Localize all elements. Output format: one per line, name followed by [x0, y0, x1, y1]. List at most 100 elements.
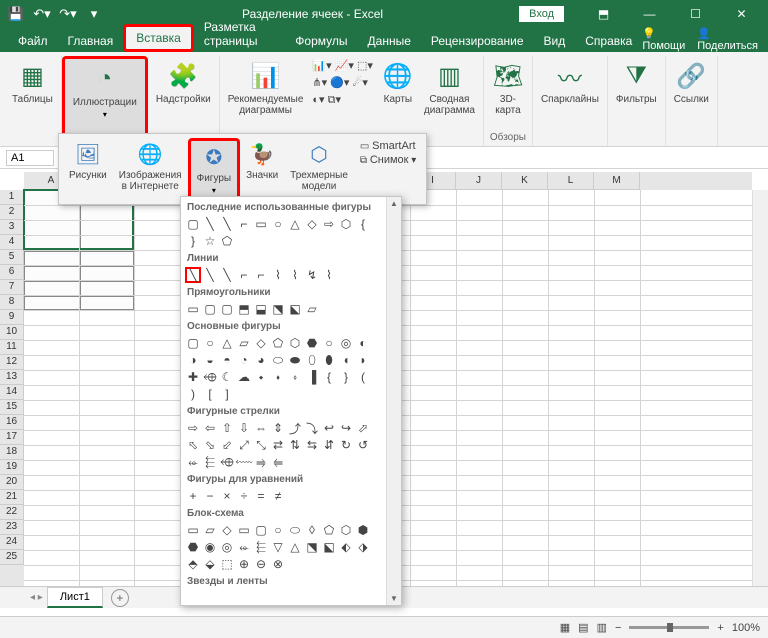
shape-item[interactable]: ⬘	[185, 556, 201, 572]
row-header[interactable]: 25	[0, 550, 24, 565]
undo-icon[interactable]: ↶▾	[30, 3, 54, 25]
col-header[interactable]: J	[456, 172, 502, 190]
row-header[interactable]: 4	[0, 235, 24, 250]
shapes-button[interactable]: ✪Фигуры▾	[188, 138, 240, 200]
qat-customize-icon[interactable]: ▾	[82, 3, 106, 25]
shape-item[interactable]: ⬮	[321, 352, 337, 368]
shape-item[interactable]: ⬔	[270, 301, 286, 317]
save-icon[interactable]: 💾	[4, 3, 28, 25]
shape-item[interactable]: ⥤	[253, 454, 269, 470]
shape-item[interactable]: ╲	[219, 216, 235, 232]
shape-item[interactable]: ⬂	[202, 437, 218, 453]
col-header[interactable]: K	[502, 172, 548, 190]
shape-item[interactable]: ≠	[270, 488, 286, 504]
shape-item[interactable]: }	[338, 369, 354, 385]
tab-file[interactable]: Файл	[8, 30, 58, 52]
shape-item[interactable]: ⬱	[202, 454, 218, 470]
share-button[interactable]: 👤 Поделиться	[697, 27, 758, 52]
minimize-icon[interactable]: —	[627, 0, 672, 28]
shape-item[interactable]: ⬗	[355, 539, 371, 555]
shape-item[interactable]: ▭	[185, 522, 201, 538]
shape-item[interactable]: ◊	[304, 522, 320, 538]
row-header[interactable]: 24	[0, 535, 24, 550]
shape-item[interactable]: ⤴	[287, 420, 303, 436]
signin-button[interactable]: Вход	[519, 6, 564, 22]
shape-item[interactable]: ⬰	[185, 454, 201, 470]
row-header[interactable]: 22	[0, 505, 24, 520]
shape-item[interactable]: ✚	[185, 369, 201, 385]
row-header[interactable]: 8	[0, 295, 24, 310]
sparklines-button[interactable]: 〰Спарклайны	[537, 58, 603, 107]
shape-item[interactable]: ⬚	[219, 556, 235, 572]
zoom-out-button[interactable]: −	[615, 622, 621, 634]
shape-item[interactable]: △	[287, 539, 303, 555]
shape-item[interactable]: ◗	[355, 352, 371, 368]
shape-item[interactable]: ⇦	[202, 420, 218, 436]
pivot-chart-button[interactable]: ▥Сводная диаграмма	[420, 58, 479, 118]
shape-item[interactable]: ⬣	[304, 335, 320, 351]
shape-item[interactable]: ◎	[219, 539, 235, 555]
shape-item[interactable]: ⬲	[202, 369, 218, 385]
shape-item[interactable]: ◔	[236, 352, 252, 368]
shape-item[interactable]: ◇	[219, 522, 235, 538]
shape-item[interactable]: {	[355, 216, 371, 232]
shape-item[interactable]: ◒	[202, 352, 218, 368]
row-header[interactable]: 16	[0, 415, 24, 430]
shape-item[interactable]: △	[219, 335, 235, 351]
tellme-button[interactable]: 💡 Помощи	[642, 27, 685, 52]
shape-item[interactable]: ⬕	[287, 301, 303, 317]
tab-review[interactable]: Рецензирование	[421, 30, 534, 52]
row-header[interactable]: 11	[0, 340, 24, 355]
row-header[interactable]: 1	[0, 190, 24, 205]
illustrations-button[interactable]: ◔Иллюстрации▾	[69, 61, 141, 121]
shape-item[interactable]: ⬬	[287, 352, 303, 368]
row-header[interactable]: 20	[0, 475, 24, 490]
pictures-button[interactable]: 🖼Рисунки	[63, 138, 113, 200]
tab-view[interactable]: Вид	[534, 30, 576, 52]
shape-item[interactable]: ⬃	[219, 437, 235, 453]
shape-item[interactable]: ⬒	[236, 301, 252, 317]
shape-item[interactable]: ⊗	[270, 556, 286, 572]
tab-page-layout[interactable]: Разметка страницы	[194, 16, 285, 52]
tables-button[interactable]: ▦Таблицы	[8, 58, 57, 107]
shape-item[interactable]: ◕	[253, 352, 269, 368]
shape-item[interactable]: ⇆	[304, 437, 320, 453]
row-header[interactable]: 6	[0, 265, 24, 280]
view-page-icon[interactable]: ▤	[578, 621, 588, 634]
shape-item[interactable]: ↪	[338, 420, 354, 436]
addins-button[interactable]: 🧩Надстройки	[152, 58, 215, 107]
rec-charts-button[interactable]: 📊Рекомендуемые диаграммы	[224, 58, 308, 118]
screenshot-button[interactable]: ⧉ Снимок ▾	[360, 154, 416, 166]
shape-item[interactable]: ◇	[304, 216, 320, 232]
shape-item[interactable]: [	[202, 386, 218, 402]
shape-item[interactable]: ⬡	[287, 335, 303, 351]
zoom-slider[interactable]	[629, 626, 709, 629]
row-header[interactable]: 23	[0, 520, 24, 535]
shape-item[interactable]: ×	[219, 488, 235, 504]
shape-item[interactable]: ▢	[202, 301, 218, 317]
shape-item[interactable]: ○	[321, 335, 337, 351]
shape-item[interactable]: ▽	[270, 539, 286, 555]
shape-item[interactable]: ☾	[219, 369, 235, 385]
shape-item[interactable]: ⬀	[355, 420, 371, 436]
shape-item[interactable]: ⬱	[253, 539, 269, 555]
row-header[interactable]: 9	[0, 310, 24, 325]
tab-help[interactable]: Справка	[575, 30, 642, 52]
shape-item[interactable]: ⬰	[236, 539, 252, 555]
shape-item[interactable]: ▱	[236, 335, 252, 351]
shape-item[interactable]: ▢	[219, 301, 235, 317]
shape-item[interactable]: ⬢	[355, 522, 371, 538]
shape-item[interactable]: ⬡	[338, 522, 354, 538]
shape-item[interactable]: ◑	[185, 352, 201, 368]
shape-item[interactable]: ◐	[355, 335, 371, 351]
shape-item[interactable]: {	[321, 369, 337, 385]
shape-item[interactable]: ⬙	[202, 556, 218, 572]
shape-item[interactable]: ○	[270, 216, 286, 232]
shape-item[interactable]: ▢	[185, 335, 201, 351]
shape-item[interactable]: ⬲	[219, 454, 235, 470]
shape-item[interactable]: ◇	[253, 335, 269, 351]
col-header[interactable]: L	[548, 172, 594, 190]
col-header[interactable]: M	[594, 172, 640, 190]
row-header[interactable]: 13	[0, 370, 24, 385]
shape-item[interactable]: ⬩	[253, 369, 269, 385]
